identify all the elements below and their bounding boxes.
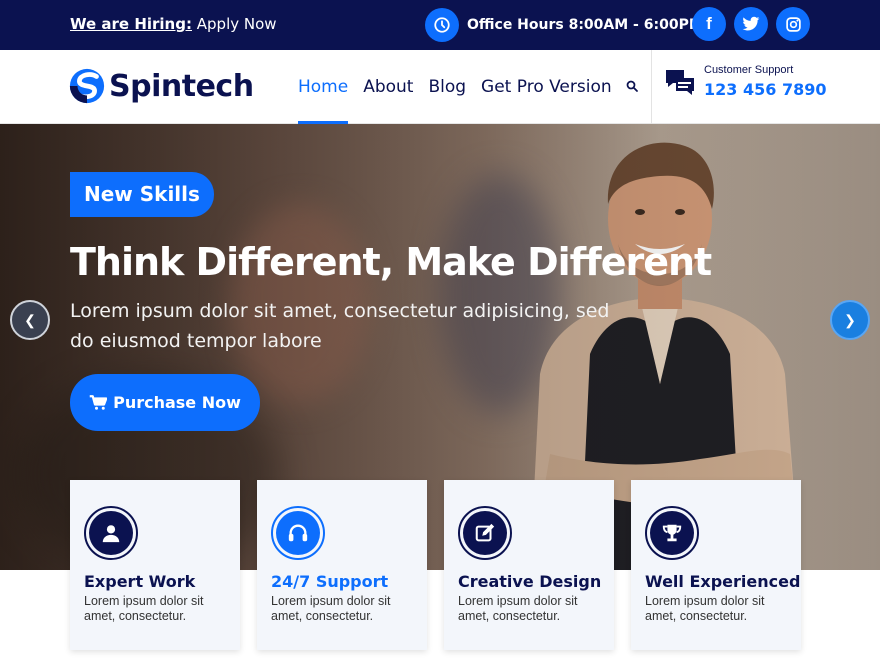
clock-icon [425,8,459,42]
new-skills-badge: New Skills [70,172,214,217]
feature-cards: Expert Work Lorem ipsum dolor sit amet, … [70,480,801,650]
headset-icon [276,511,320,555]
main-nav: Home About Blog Get Pro Version [298,50,638,124]
feature-title: Expert Work [84,572,196,591]
apply-now-link[interactable]: Apply Now [197,15,277,33]
feature-desc: Lorem ipsum dolor sit amet, consectetur. [271,594,391,623]
purchase-now-label: Purchase Now [113,393,241,412]
twitter-icon[interactable] [734,7,768,41]
nav-about[interactable]: About [363,50,413,124]
slider-next-button[interactable]: ❯ [830,300,870,340]
chevron-right-icon: ❯ [844,311,856,328]
search-icon[interactable] [626,80,638,92]
office-hours: Office Hours 8:00AM - 6:00PM [425,8,703,42]
nav-blog[interactable]: Blog [428,50,466,124]
feature-title: Well Experienced [645,572,801,591]
nav-home[interactable]: Home [298,50,349,124]
hiring-notice[interactable]: We are Hiring: Apply Now [70,15,277,33]
header-divider [651,50,652,124]
site-logo[interactable]: Spintech [68,67,254,105]
hiring-strong-text[interactable]: We are Hiring: [70,15,192,33]
office-hours-text: Office Hours 8:00AM - 6:00PM [467,17,703,33]
feature-card[interactable]: Creative Design Lorem ipsum dolor sit am… [444,480,614,650]
hero-headline: Think Different, Make Different [70,240,712,284]
feature-desc: Lorem ipsum dolor sit amet, consectetur. [645,594,765,623]
logo-text: Spintech [109,68,254,104]
trophy-icon [650,511,694,555]
support-label: Customer Support [704,64,794,76]
support-phone[interactable]: 123 456 7890 [704,80,826,99]
feature-card[interactable]: 24/7 Support Lorem ipsum dolor sit amet,… [257,480,427,650]
feature-desc: Lorem ipsum dolor sit amet, consectetur. [458,594,578,623]
main-header: Spintech Home About Blog Get Pro Version… [0,50,880,124]
feature-title: Creative Design [458,572,602,591]
chevron-left-icon: ❮ [24,311,36,328]
instagram-icon[interactable] [776,7,810,41]
feature-card[interactable]: Expert Work Lorem ipsum dolor sit amet, … [70,480,240,650]
cart-icon [89,394,108,410]
hero-subtext: Lorem ipsum dolor sit amet, consectetur … [70,300,610,352]
social-links: f [692,7,810,41]
feature-desc: Lorem ipsum dolor sit amet, consectetur. [84,594,204,623]
user-icon [89,511,133,555]
logo-mark-icon [69,68,105,104]
feature-title: 24/7 Support [271,572,389,591]
top-bar: We are Hiring: Apply Now Office Hours 8:… [0,0,880,50]
slider-prev-button[interactable]: ❮ [10,300,50,340]
nav-get-pro[interactable]: Get Pro Version [481,50,612,124]
customer-support[interactable]: Customer Support 123 456 7890 [665,64,826,99]
feature-card[interactable]: Well Experienced Lorem ipsum dolor sit a… [631,480,801,650]
edit-icon [463,511,507,555]
chat-icon [666,69,694,95]
facebook-icon[interactable]: f [692,7,726,41]
purchase-now-button[interactable]: Purchase Now [70,374,260,431]
